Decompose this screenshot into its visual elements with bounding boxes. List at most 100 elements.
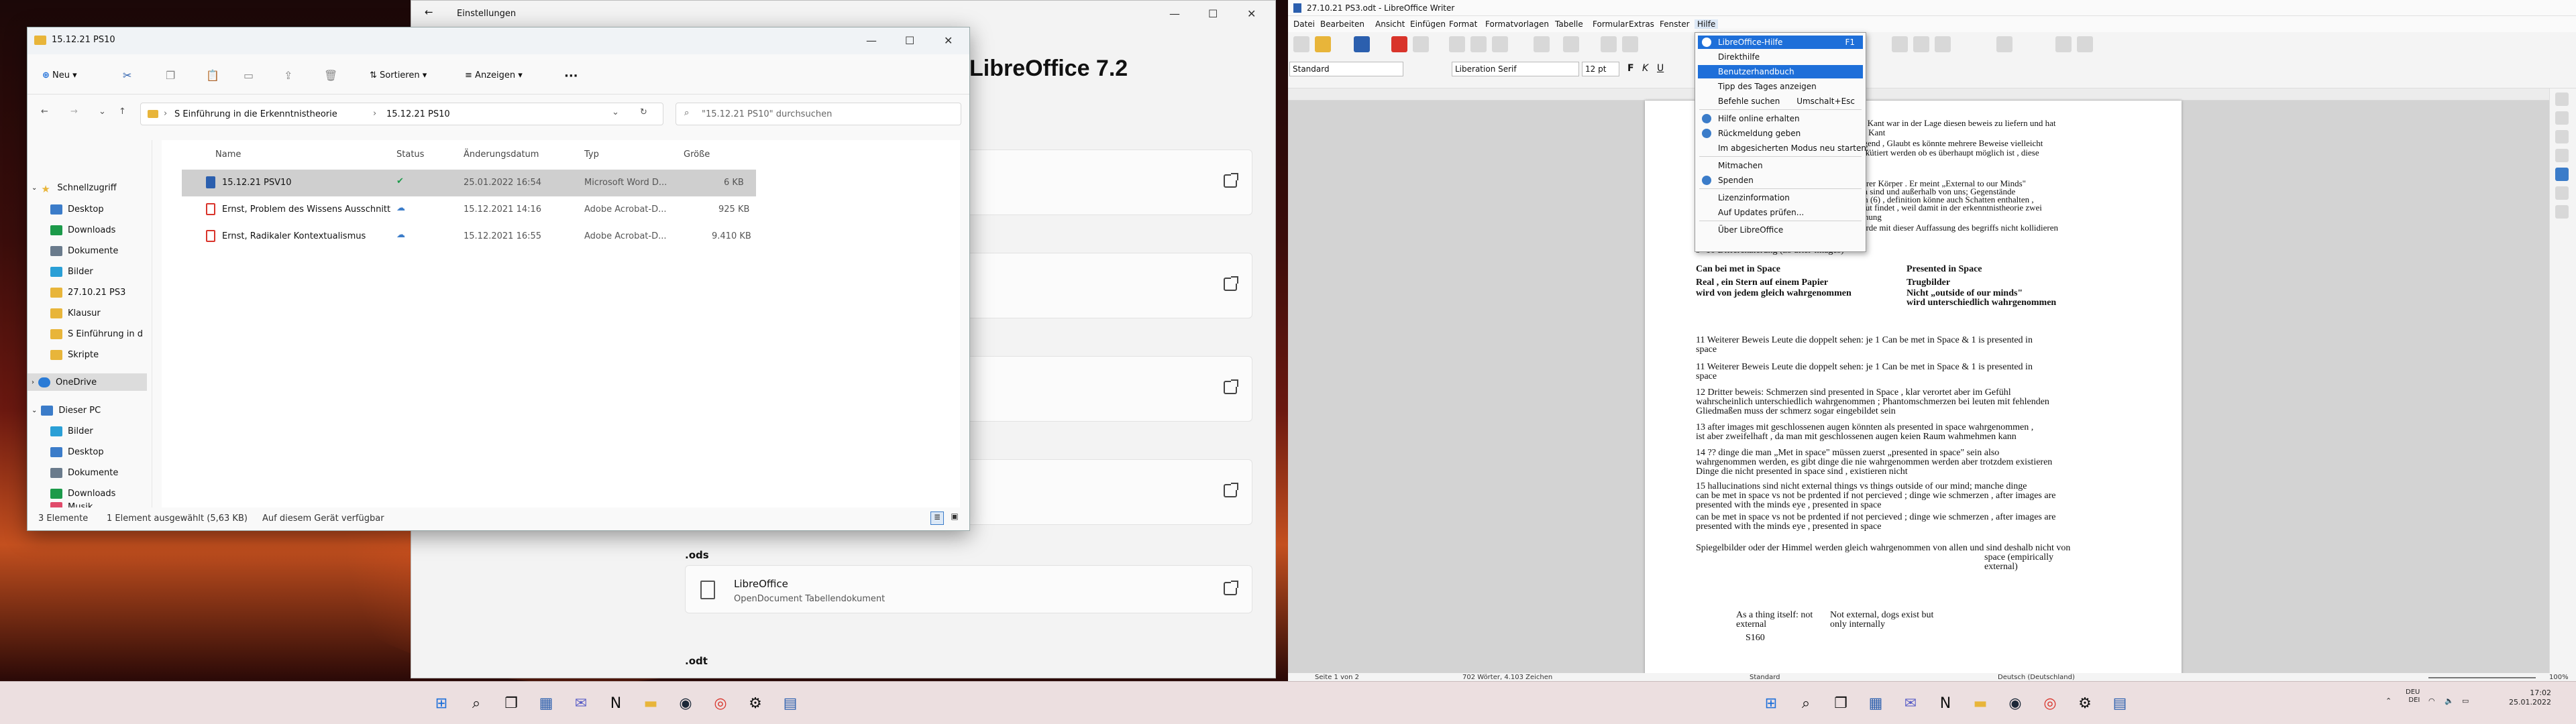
open-external-icon[interactable] [1224, 379, 1238, 394]
document-text-line[interactable]: ) würde mit dieser Auffassung des begrif… [1850, 223, 2058, 233]
column-header-date[interactable]: Änderungsdatum [464, 149, 539, 160]
menu-item[interactable]: Ansicht [1375, 19, 1405, 29]
help-menu-item[interactable]: Über LibreOffice [1698, 223, 1863, 237]
bold-icon[interactable]: F [1627, 63, 1634, 74]
help-menu-item[interactable]: Im abgesicherten Modus neu starten... [1698, 141, 1874, 155]
nav-this-pc[interactable]: ⌄ Dieser PC [32, 402, 101, 419]
nav-item-folder[interactable]: 27.10.21 PS3 [50, 284, 125, 301]
details-view-icon[interactable]: ≣ [930, 511, 944, 525]
copy-icon[interactable]: ❐ [166, 69, 175, 82]
widgets-icon[interactable]: ▦ [534, 691, 558, 715]
libreoffice-card[interactable]: LibreOffice OpenDocument Tabellendokumen… [685, 565, 1252, 613]
document-text-line[interactable]: Real , ein Stern auf einem Papier [1696, 278, 1828, 288]
file-explorer-icon[interactable]: ▬ [1968, 691, 1992, 715]
nav-item-pictures[interactable]: Bilder [50, 263, 93, 280]
document-text-line[interactable]: 11 Weiterer Beweis Leute die doppelt seh… [1696, 362, 2033, 373]
nav-quick-access[interactable]: ⌄ ★ Schnellzugriff [32, 179, 117, 196]
document-text-line[interactable]: Can bei met in Space [1696, 264, 1780, 275]
file-explorer-icon[interactable]: ▬ [639, 691, 663, 715]
writer-icon[interactable]: ▤ [778, 691, 802, 715]
paragraph-style-select[interactable]: Standard [1289, 62, 1403, 76]
chrome-icon[interactable]: ◎ [2038, 691, 2062, 715]
menu-item[interactable]: Fenster [1660, 19, 1690, 29]
sort-button[interactable]: ⇅ Sortieren ▾ [370, 70, 427, 80]
open-external-icon[interactable] [1224, 173, 1238, 188]
document-text-line[interactable]: presented with the minds eye , presented… [1696, 522, 1881, 532]
forward-arrow-icon[interactable]: → [70, 107, 78, 117]
nav-item-folder[interactable]: Klausur [50, 304, 101, 322]
tray-chevron-icon[interactable]: ⌃ [2385, 695, 2392, 707]
word-count[interactable]: 702 Wörter, 4.103 Zeichen [1462, 674, 1552, 681]
nav-item-desktop[interactable]: Desktop [50, 443, 104, 461]
wifi-icon[interactable]: ◠ [2428, 695, 2435, 707]
breadcrumb-item[interactable]: S Einführung in die Erkenntnistheorie [174, 109, 337, 119]
document-text-line[interactable]: external) [1984, 562, 2018, 572]
underline-icon[interactable]: U [1657, 63, 1664, 74]
chart-icon[interactable] [1935, 36, 1951, 52]
menu-item[interactable]: Datei [1293, 19, 1315, 29]
print-icon[interactable] [1413, 36, 1429, 52]
share-icon[interactable]: ⇪ [284, 69, 292, 82]
nav-item-pictures[interactable]: Bilder [50, 422, 93, 440]
new-button[interactable]: ⊕ Neu ▾ [42, 70, 77, 80]
help-menu-item[interactable]: Auf Updates prüfen... [1698, 206, 1863, 219]
tiles-view-icon[interactable]: ▣ [948, 511, 961, 525]
menu-item[interactable]: Formatvorlagen [1485, 19, 1549, 29]
document-text-line[interactable]: r diskutiert werden ob es überhaupt mögl… [1850, 147, 2039, 158]
menu-item[interactable]: Bearbeiten [1320, 19, 1364, 29]
gallery-icon[interactable] [2555, 149, 2569, 162]
cut-icon[interactable] [1449, 36, 1465, 52]
table-row[interactable]: Ernst, Problem des Wissens Ausschnitt ☁ … [182, 196, 900, 223]
document-text-line[interactable]: Trugbilder [1907, 278, 1950, 288]
help-menu-item[interactable]: Rückmeldung geben [1698, 127, 1863, 140]
document-text-line[interactable]: S160 [1746, 633, 1765, 644]
special-char-icon[interactable] [1996, 36, 2012, 52]
menu-item[interactable]: Formular [1593, 19, 1628, 29]
column-header-name[interactable]: Name [215, 149, 241, 160]
column-header-status[interactable]: Status [396, 149, 424, 160]
copy-icon[interactable] [1470, 36, 1487, 52]
nav-item-folder[interactable]: Skripte [50, 346, 99, 363]
image-icon[interactable] [1913, 36, 1929, 52]
breadcrumb[interactable]: › S Einführung in die Erkenntnistheorie … [140, 103, 663, 125]
rename-icon[interactable]: ▭ [244, 69, 254, 82]
file-explorer-window[interactable]: 15.12.21 PS10 — ☐ ✕ ⊕ Neu ▾ ✂ ❐ 📋 ▭ ⇪ 🗑 … [27, 27, 970, 531]
open-external-icon[interactable] [1224, 483, 1238, 497]
ruler[interactable] [1288, 88, 2576, 101]
minimize-icon[interactable]: — [866, 34, 877, 47]
table-icon[interactable] [1892, 36, 1908, 52]
search-input[interactable]: ⌕ "15.12.21 PS10" durchsuchen [676, 103, 961, 125]
zoom-slider[interactable] [2428, 677, 2536, 678]
menu-item[interactable]: Einfügen [1410, 19, 1446, 29]
clock[interactable]: 17:02 25.01.2022 [2509, 688, 2551, 707]
help-menu-item[interactable]: LibreOffice-Hilfe F1 [1698, 36, 1863, 49]
language[interactable]: Deutsch (Deutschland) [1998, 674, 2075, 681]
save-icon[interactable] [1354, 36, 1370, 52]
find-replace-icon[interactable] [1601, 36, 1617, 52]
document-text-line[interactable]: only internally [1830, 619, 1885, 630]
teams-icon[interactable]: ✉ [569, 691, 593, 715]
nav-onedrive[interactable]: › OneDrive [28, 373, 147, 391]
help-menu-item[interactable]: Befehle suchen Umschalt+Esc [1698, 95, 1863, 108]
table-row[interactable]: 15.12.21 PSV10 ✔ 25.01.2022 16:54 Micros… [182, 170, 756, 196]
refresh-icon[interactable]: ↻ [640, 107, 647, 117]
close-icon[interactable]: ✕ [944, 34, 953, 47]
document-text-line[interactable]: ist aber zweifelhaft , da man mit geschl… [1696, 432, 2017, 442]
more-button[interactable]: ··· [564, 69, 578, 83]
properties-icon[interactable] [2555, 111, 2569, 125]
menu-item[interactable]: Tabelle [1555, 19, 1583, 29]
input-language[interactable]: DEU DEI [2406, 688, 2420, 705]
column-header-type[interactable]: Typ [584, 149, 599, 160]
document-text-line[interactable]: presented with the minds eye , presented… [1696, 500, 1881, 511]
sidebar-menu-icon[interactable] [2555, 93, 2569, 106]
new-doc-icon[interactable] [1293, 36, 1309, 52]
chevron-down-icon[interactable]: ⌄ [612, 107, 619, 117]
page-icon[interactable] [2555, 186, 2569, 200]
undo-icon[interactable] [1534, 36, 1550, 52]
battery-icon[interactable]: ▭ [2462, 695, 2469, 707]
document-text-line[interactable]: Presented in Space [1907, 264, 1982, 275]
task-view-icon[interactable]: ❐ [1829, 691, 1853, 715]
writer-icon[interactable]: ▤ [2108, 691, 2132, 715]
document-text-line[interactable]: Gliedmaßen muss der schmerz sogar eingeb… [1696, 406, 1896, 417]
task-view-icon[interactable]: ❐ [499, 691, 523, 715]
